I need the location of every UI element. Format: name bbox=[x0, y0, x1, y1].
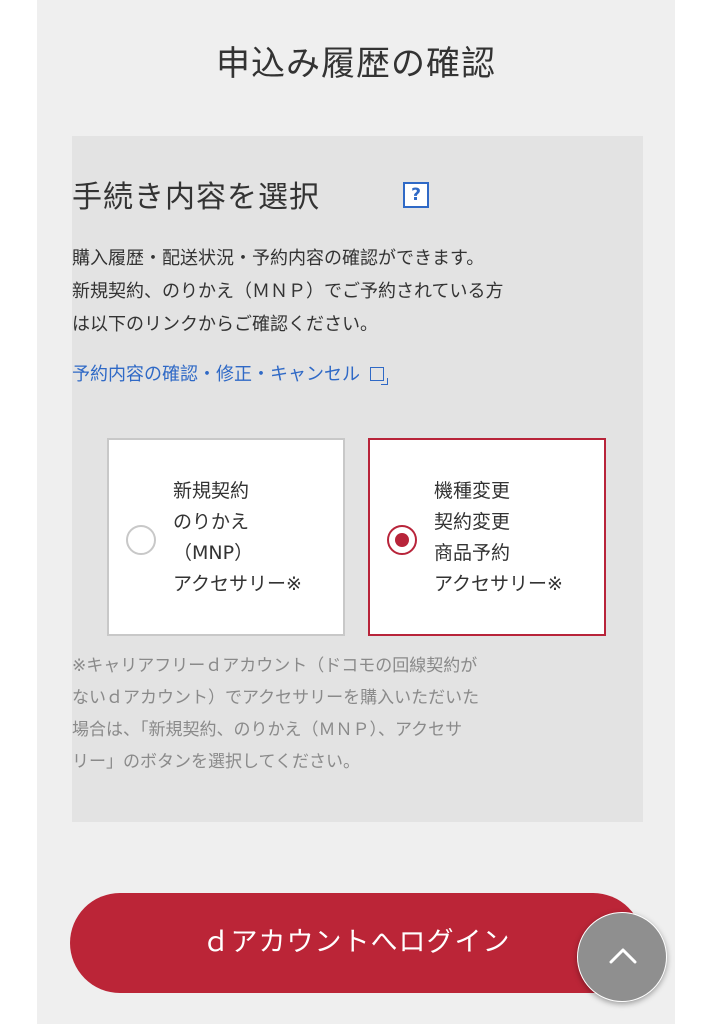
note-line: ないｄアカウント）でアクセサリーを購入いただいた bbox=[72, 688, 480, 708]
intro-text: 購入履歴・配送状況・予約内容の確認ができます。 新規契約、のりかえ（ＭＮＰ）でご… bbox=[72, 242, 592, 341]
note-line: リー」のボタンを選択してください。 bbox=[72, 752, 360, 772]
option-new-contract[interactable]: 新規契約 のりかえ （MNP） アクセサリー※ bbox=[107, 438, 345, 636]
note-text: ※キャリアフリーｄアカウント（ドコモの回線契約が ないｄアカウント）でアクセサリ… bbox=[72, 650, 612, 778]
option-line: 契約変更 bbox=[434, 511, 511, 533]
option-line: のりかえ bbox=[173, 511, 250, 533]
option-line: 商品予約 bbox=[434, 542, 511, 564]
option-line: （MNP） bbox=[173, 542, 254, 564]
radio-unselected[interactable] bbox=[126, 525, 156, 555]
option-line: 機種変更 bbox=[434, 480, 511, 502]
option-line: 新規契約 bbox=[173, 480, 250, 502]
chevron-up-icon bbox=[609, 948, 637, 964]
intro-line: 購入履歴・配送状況・予約内容の確認ができます。 bbox=[72, 248, 485, 269]
note-line: ※キャリアフリーｄアカウント（ドコモの回線契約が bbox=[72, 656, 478, 676]
reservation-link-label: 予約内容の確認・修正・キャンセル bbox=[72, 364, 360, 385]
d-account-login-button[interactable]: ｄアカウントへログイン bbox=[70, 893, 643, 993]
option-line: アクセサリー※ bbox=[173, 573, 302, 595]
scroll-to-top-button[interactable] bbox=[577, 912, 667, 1002]
page-title: 申込み履歴の確認 bbox=[216, 44, 496, 84]
intro-line: 新規契約、のりかえ（ＭＮＰ）でご予約されている方 bbox=[72, 281, 504, 302]
section-heading: 手続き内容を選択 bbox=[72, 180, 320, 215]
option-model-change[interactable]: 機種変更 契約変更 商品予約 アクセサリー※ bbox=[368, 438, 606, 636]
external-link-icon bbox=[370, 367, 388, 385]
option-label: 機種変更 契約変更 商品予約 アクセサリー※ bbox=[434, 476, 563, 600]
radio-dot bbox=[395, 533, 409, 547]
intro-line: は以下のリンクからご確認ください。 bbox=[72, 314, 378, 335]
note-line: 場合は、「新規契約、のりかえ（ＭＮＰ）、アクセサ bbox=[72, 720, 463, 740]
radio-selected[interactable] bbox=[387, 525, 417, 555]
option-line: アクセサリー※ bbox=[434, 573, 563, 595]
option-label: 新規契約 のりかえ （MNP） アクセサリー※ bbox=[173, 476, 302, 600]
reservation-link[interactable]: 予約内容の確認・修正・キャンセル bbox=[72, 360, 388, 386]
page-container: 申込み履歴の確認 手続き内容を選択 ? 購入履歴・配送状況・予約内容の確認ができ… bbox=[37, 0, 675, 1024]
question-mark-icon[interactable]: ? bbox=[403, 182, 429, 208]
